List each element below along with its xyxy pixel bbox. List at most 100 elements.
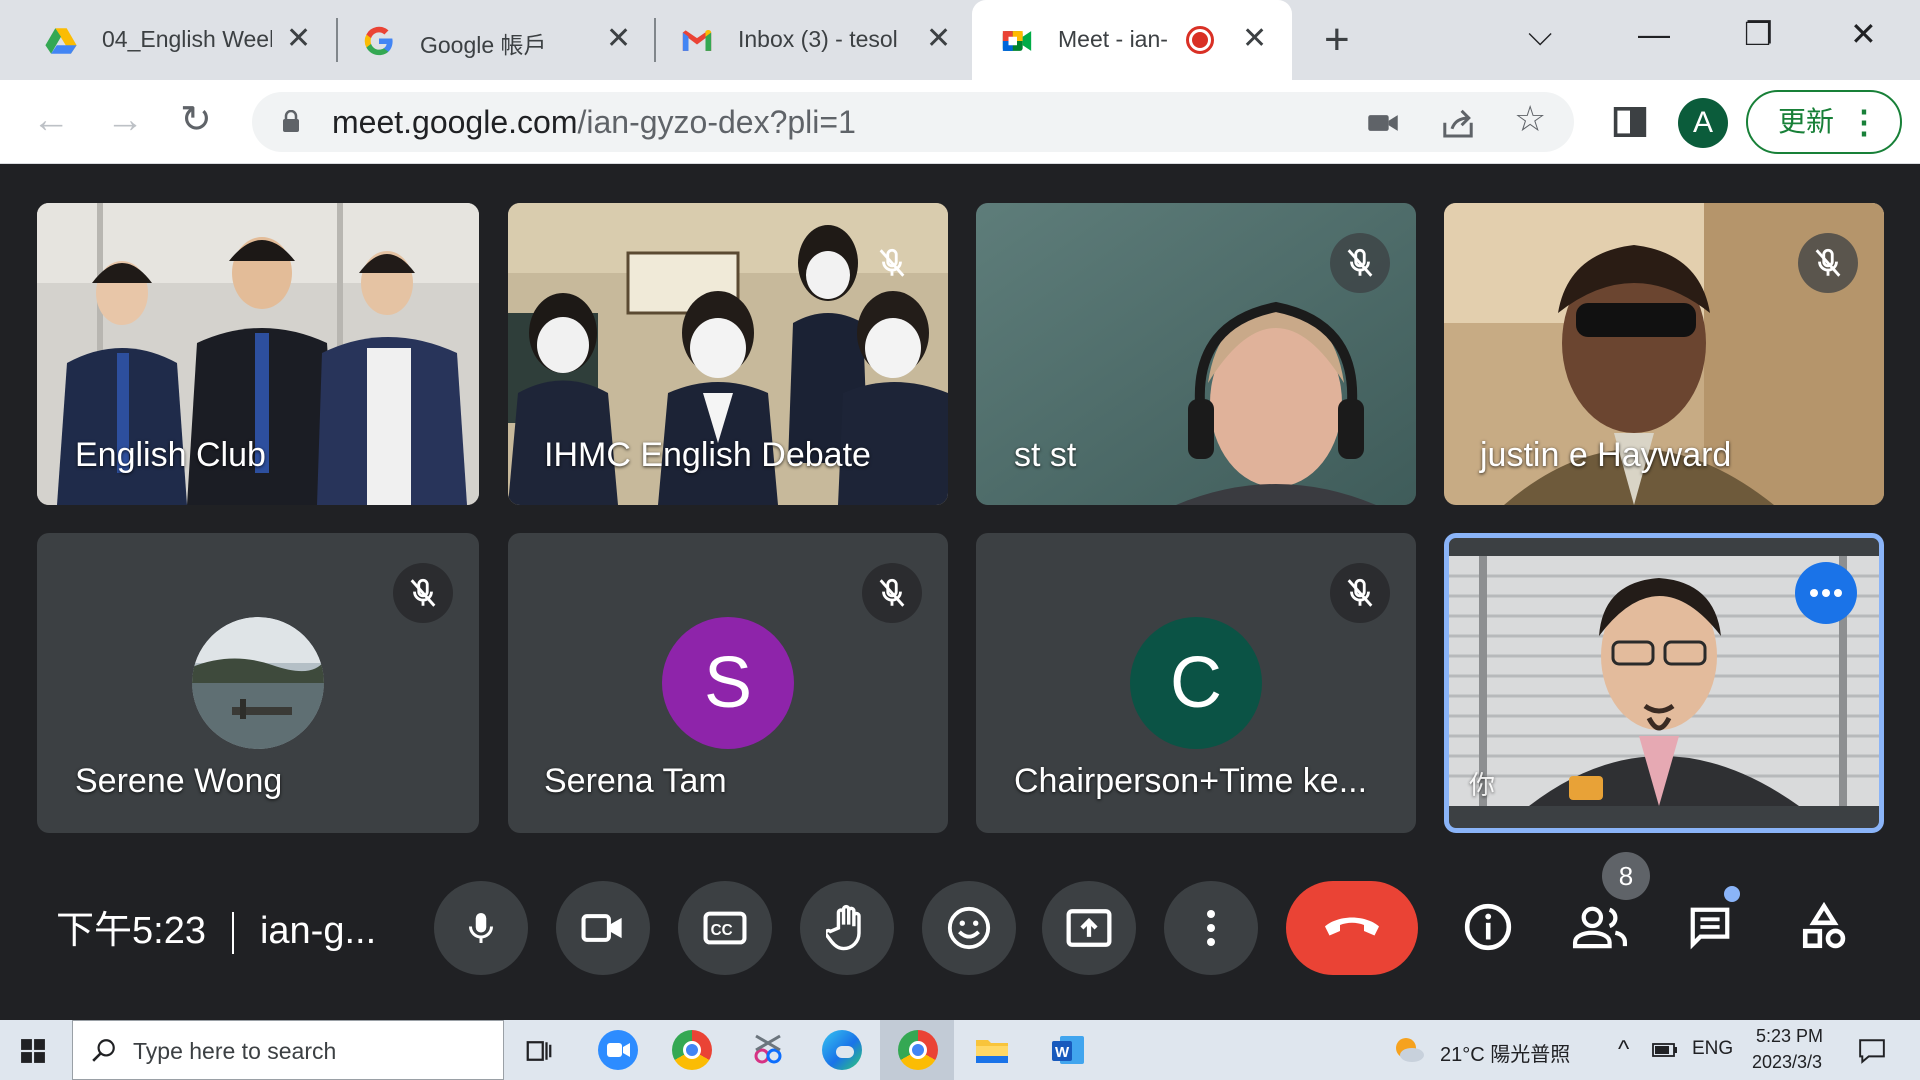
chat-button[interactable] bbox=[1678, 895, 1742, 959]
svg-text:CC: CC bbox=[711, 922, 733, 939]
participant-tile[interactable]: Serene Wong bbox=[37, 533, 479, 833]
leave-call-button[interactable] bbox=[1286, 881, 1418, 975]
tab-google-meet[interactable]: Meet - ian- ✕ bbox=[972, 0, 1292, 80]
more-horiz-icon bbox=[1810, 589, 1842, 597]
muted-mic-icon bbox=[1330, 233, 1390, 293]
search-icon bbox=[92, 1039, 115, 1062]
captions-button[interactable]: CC bbox=[678, 881, 772, 975]
forward-button[interactable]: → bbox=[106, 98, 144, 142]
reactions-button[interactable] bbox=[922, 881, 1016, 975]
tab-title: 04_English Week bbox=[102, 26, 272, 52]
divider bbox=[231, 911, 234, 954]
windows-taskbar: Type here to search W 21°C 陽光普照 ^ ENG 5:… bbox=[0, 1020, 1920, 1080]
input-language[interactable]: ENG bbox=[1692, 1038, 1733, 1060]
participant-tile[interactable]: English Club bbox=[37, 203, 479, 505]
show-hidden-icons-chevron-icon[interactable]: ^ bbox=[1618, 1036, 1629, 1064]
camera-permission-icon[interactable] bbox=[1366, 106, 1400, 140]
raise-hand-button[interactable] bbox=[800, 881, 894, 975]
present-screen-button[interactable] bbox=[1042, 881, 1136, 975]
restore-button[interactable]: ❐ bbox=[1744, 14, 1773, 54]
url-host: meet.google.com bbox=[332, 104, 578, 140]
update-chrome-button[interactable]: 更新 ⋮ bbox=[1746, 90, 1902, 154]
minimize-button[interactable]: — bbox=[1638, 14, 1670, 54]
more-options-button[interactable] bbox=[1795, 562, 1857, 624]
participant-name: Serena Tam bbox=[544, 762, 727, 800]
edge-browser-icon[interactable] bbox=[822, 1030, 862, 1070]
browser-tab-strip: 04_English Week ✕ Google 帳戶 ✕ Inbox (3) … bbox=[0, 0, 1920, 80]
participant-tile[interactable]: S Serena Tam bbox=[508, 533, 948, 833]
google-meet-icon bbox=[1002, 31, 1032, 51]
participant-name: Chairperson+Time ke... bbox=[1014, 762, 1368, 800]
participant-avatar-photo bbox=[192, 617, 324, 749]
notifications-icon[interactable] bbox=[1858, 1038, 1886, 1064]
word-app-icon[interactable]: W bbox=[1048, 1030, 1088, 1070]
microphone-icon bbox=[469, 913, 493, 943]
close-window-button[interactable]: ✕ bbox=[1850, 14, 1877, 54]
address-bar[interactable]: meet.google.com/ian-gyzo-dex?pli=1 ☆ bbox=[252, 92, 1574, 152]
lock-icon[interactable] bbox=[282, 110, 300, 132]
new-tab-button[interactable]: + bbox=[1324, 16, 1350, 64]
url-text[interactable]: meet.google.com/ian-gyzo-dex?pli=1 bbox=[332, 104, 856, 141]
meeting-code: ian-g... bbox=[259, 910, 377, 952]
browser-toolbar: ← → ↻ meet.google.com/ian-gyzo-dex?pli=1… bbox=[0, 80, 1920, 164]
muted-mic-icon bbox=[862, 233, 922, 293]
reload-button[interactable]: ↻ bbox=[180, 98, 212, 142]
recording-indicator-icon bbox=[1186, 26, 1214, 54]
bookmark-star-icon[interactable]: ☆ bbox=[1514, 98, 1546, 140]
snipping-tool-icon[interactable] bbox=[748, 1030, 788, 1070]
more-options-button[interactable] bbox=[1164, 881, 1258, 975]
close-tab-icon[interactable]: ✕ bbox=[1242, 22, 1267, 56]
camera-button[interactable] bbox=[556, 881, 650, 975]
side-panel-icon[interactable] bbox=[1612, 104, 1648, 140]
participant-tile[interactable]: st st bbox=[976, 203, 1416, 505]
battery-icon[interactable] bbox=[1652, 1042, 1678, 1058]
tab-gmail[interactable]: Inbox (3) - tesol ✕ bbox=[636, 0, 966, 80]
task-view-icon[interactable] bbox=[524, 1036, 554, 1066]
tab-title: Google 帳戶 bbox=[420, 32, 547, 58]
tab-title: Inbox (3) - tesol bbox=[738, 26, 898, 52]
participant-tile[interactable]: justin e Hayward bbox=[1444, 203, 1884, 505]
windows-start-icon[interactable] bbox=[20, 1038, 46, 1064]
muted-mic-icon bbox=[862, 563, 922, 623]
meeting-info: 下午5:23 ian-g... bbox=[56, 899, 376, 954]
weather-text[interactable]: 21°C 陽光普照 bbox=[1440, 1038, 1570, 1067]
google-drive-icon bbox=[45, 28, 77, 54]
zoom-app-icon[interactable] bbox=[598, 1030, 638, 1070]
microphone-button[interactable] bbox=[434, 881, 528, 975]
participant-tile[interactable]: IHMC English Debate bbox=[508, 203, 948, 505]
file-explorer-icon[interactable] bbox=[972, 1030, 1012, 1070]
meeting-details-button[interactable] bbox=[1456, 895, 1520, 959]
chrome-app-icon[interactable] bbox=[898, 1030, 938, 1070]
profile-avatar[interactable]: A bbox=[1678, 98, 1728, 148]
present-to-all-icon bbox=[1066, 909, 1112, 947]
people-icon bbox=[1572, 906, 1628, 949]
taskbar-search-box[interactable]: Type here to search bbox=[72, 1020, 504, 1080]
participant-name: Serene Wong bbox=[75, 762, 283, 800]
chrome-app-icon[interactable] bbox=[672, 1030, 712, 1070]
weather-sun-cloud-icon[interactable] bbox=[1392, 1034, 1426, 1064]
muted-mic-icon bbox=[1798, 233, 1858, 293]
hand-icon bbox=[826, 904, 861, 951]
close-tab-icon[interactable]: ✕ bbox=[286, 22, 311, 56]
self-view-tile[interactable]: 你 bbox=[1444, 533, 1884, 833]
info-icon bbox=[1464, 903, 1512, 951]
participant-tile[interactable]: C Chairperson+Time ke... bbox=[976, 533, 1416, 833]
share-icon[interactable] bbox=[1440, 106, 1476, 142]
muted-mic-icon bbox=[1330, 563, 1390, 623]
tab-drive[interactable]: 04_English Week ✕ bbox=[0, 0, 330, 80]
participant-count-badge: 8 bbox=[1602, 852, 1650, 900]
close-tab-icon[interactable]: ✕ bbox=[926, 22, 951, 56]
close-tab-icon[interactable]: ✕ bbox=[606, 22, 631, 56]
activities-button[interactable] bbox=[1792, 895, 1856, 959]
participant-initial-avatar: C bbox=[1130, 617, 1262, 749]
back-button[interactable]: ← bbox=[32, 98, 70, 142]
people-button[interactable] bbox=[1568, 895, 1632, 959]
activities-shapes-icon bbox=[1802, 902, 1846, 949]
tab-title: Meet - ian- bbox=[1058, 26, 1168, 52]
tray-date[interactable]: 2023/3/3 bbox=[1752, 1052, 1822, 1073]
participant-name: st st bbox=[1014, 436, 1077, 474]
tray-time[interactable]: 5:23 PM bbox=[1756, 1026, 1823, 1047]
closed-captions-icon: CC bbox=[703, 911, 747, 945]
tab-search-chevron-icon[interactable]: ⌵ bbox=[1528, 14, 1552, 54]
tab-google-account[interactable]: Google 帳戶 ✕ bbox=[318, 0, 648, 80]
